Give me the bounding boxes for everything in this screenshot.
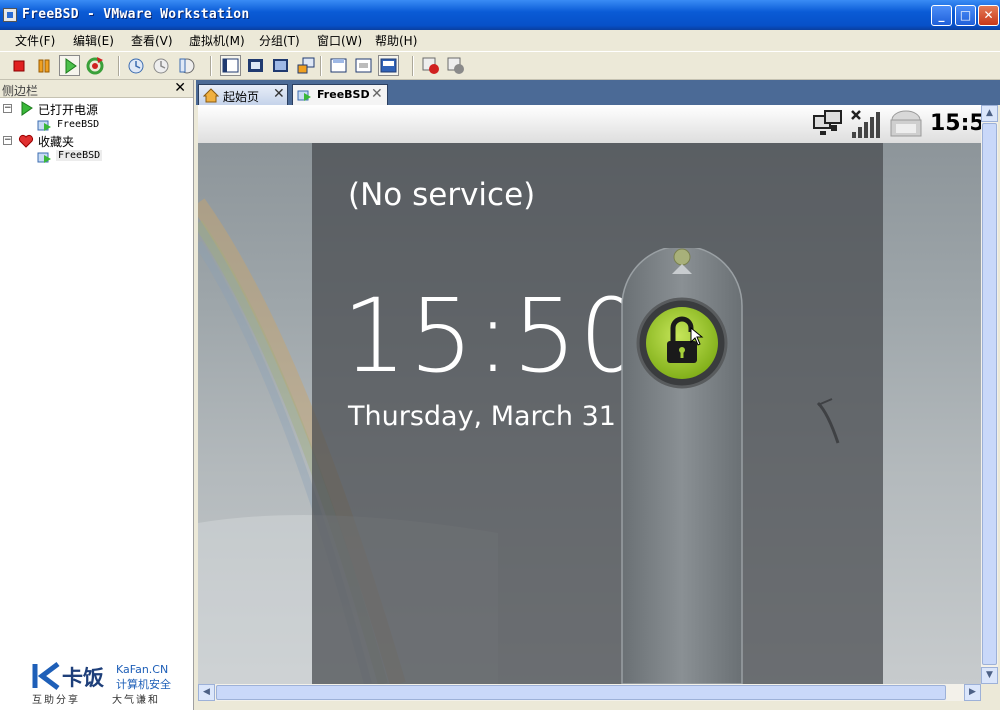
menu-bar: 文件(F) 编辑(E) 查看(V) 虚拟机(M) 分组(T) 窗口(W) 帮助(… — [0, 30, 1000, 51]
mouse-cursor — [690, 327, 704, 346]
lock-date: Thursday, March 31 — [348, 401, 616, 432]
console-icon[interactable] — [328, 55, 349, 76]
carrier-text: (No service) — [348, 177, 536, 213]
android-status-bar: 15:50 — [198, 105, 981, 143]
lock-screen: (No service) 15:50 Thursday, March 31 — [312, 143, 883, 684]
view-quick-switch-icon[interactable] — [270, 55, 291, 76]
logo-slogan-right: 大气谦和 — [112, 695, 160, 706]
sidebar-title: 侧边栏 — [2, 84, 39, 98]
kafan-logo: 卡饭 KaFan.CN 计算机安全 互助分享 大气谦和 — [32, 662, 182, 706]
battery-icon — [890, 110, 922, 137]
close-button[interactable]: ✕ — [978, 5, 999, 26]
heart-icon — [18, 134, 34, 148]
stop-icon[interactable] — [8, 55, 29, 76]
reset-icon[interactable] — [84, 55, 105, 76]
revert-snapshot-icon[interactable] — [151, 55, 172, 76]
sidebar-close-button[interactable]: ✕ — [174, 80, 186, 96]
sidebar-header: 侧边栏 ✕ — [0, 80, 193, 98]
sidebar-group-favorites[interactable]: 收藏夹 — [38, 133, 74, 150]
appliance-view-icon[interactable] — [353, 55, 374, 76]
sidebar-item-freebsd-favorite[interactable]: FreeBSD — [56, 150, 103, 161]
snapshot-manager-icon[interactable] — [176, 55, 197, 76]
network-icon[interactable] — [420, 55, 441, 76]
scroll-up-icon[interactable]: ▲ — [981, 105, 998, 122]
tab-label: FreeBSD — [317, 88, 370, 101]
vm-display[interactable]: 15:50 (No service) 15:50 Thursday, March… — [198, 105, 981, 684]
menu-vm[interactable]: 虚拟机(M) — [189, 32, 245, 49]
signal-icon — [851, 110, 880, 138]
kafan-logo-mark — [32, 662, 60, 690]
logo-tagline: 计算机安全 — [116, 678, 171, 691]
vertical-scroll-thumb[interactable] — [982, 123, 997, 665]
tab-freebsd[interactable]: FreeBSD ✕ — [292, 84, 388, 105]
vm-icon — [37, 152, 51, 163]
status-clock: 15:50 — [930, 111, 981, 136]
settings-icon[interactable] — [445, 55, 466, 76]
status-strip — [196, 701, 1000, 710]
scroll-right-icon[interactable]: ▶ — [964, 684, 981, 701]
scroll-left-icon[interactable]: ◀ — [198, 684, 215, 701]
sidebar-item-freebsd[interactable]: FreeBSD — [57, 119, 99, 130]
logo-slogan-left: 互助分享 — [32, 695, 80, 706]
tab-label: 起始页 — [223, 90, 260, 104]
menu-window[interactable]: 窗口(W) — [317, 32, 362, 49]
menu-help[interactable]: 帮助(H) — [375, 32, 417, 49]
menu-view[interactable]: 查看(V) — [131, 32, 173, 49]
horizontal-scroll-thumb[interactable] — [216, 685, 946, 700]
play-icon[interactable] — [59, 55, 80, 76]
unity-icon[interactable] — [378, 55, 399, 76]
title-bar: FreeBSD - VMware Workstation _ □ ✕ — [0, 0, 1000, 30]
view-fullscreen-icon[interactable] — [245, 55, 266, 76]
menu-file[interactable]: 文件(F) — [15, 32, 55, 49]
lock-clock: 15:50 — [342, 277, 646, 396]
logo-brand: 卡饭 — [62, 666, 104, 690]
pause-icon[interactable] — [33, 55, 54, 76]
view-summary-icon[interactable] — [295, 55, 316, 76]
toolbar — [0, 51, 1000, 80]
vertical-scrollbar[interactable]: ▲ ▼ — [981, 105, 998, 684]
maximize-button[interactable]: □ — [955, 5, 976, 26]
scroll-down-icon[interactable]: ▼ — [981, 667, 998, 684]
tree-expander[interactable]: − — [3, 104, 12, 113]
horizontal-scrollbar[interactable]: ◀ ▶ — [198, 684, 981, 701]
home-icon — [203, 88, 219, 103]
tab-close-button[interactable]: ✕ — [371, 86, 383, 102]
tree-expander[interactable]: − — [3, 136, 12, 145]
snapshot-icon[interactable] — [126, 55, 147, 76]
powered-on-icon — [21, 101, 33, 116]
window-title: FreeBSD - VMware Workstation — [22, 7, 250, 22]
unlock-slider[interactable] — [620, 248, 746, 684]
minimize-button[interactable]: _ — [931, 5, 952, 26]
vm-icon — [37, 120, 51, 131]
sidebar-group-powered-on[interactable]: 已打开电源 — [38, 101, 98, 118]
view-normal-icon[interactable] — [220, 55, 241, 76]
menu-team[interactable]: 分组(T) — [259, 32, 300, 49]
menu-edit[interactable]: 编辑(E) — [73, 32, 114, 49]
network-icon — [813, 110, 842, 135]
vmware-app-icon — [3, 8, 17, 22]
tab-bar: 起始页 ✕ FreeBSD ✕ — [196, 80, 1000, 105]
tab-start-page[interactable]: 起始页 ✕ — [198, 84, 288, 105]
tab-close-button[interactable]: ✕ — [273, 86, 285, 102]
vm-icon — [297, 90, 311, 101]
sidebar: 侧边栏 ✕ − 已打开电源 FreeBSD − 收藏夹 FreeBSD — [0, 80, 194, 710]
logo-domain: KaFan.CN — [116, 663, 169, 676]
